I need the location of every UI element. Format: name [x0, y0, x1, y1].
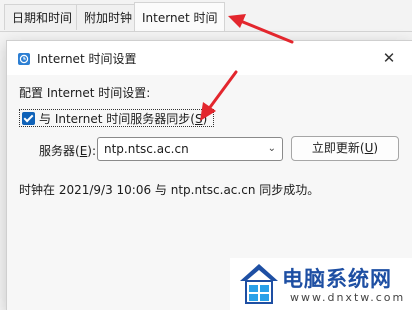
- tab-internet-time[interactable]: Internet 时间: [134, 2, 226, 32]
- server-select[interactable]: ntp.ntsc.ac.cn ⌄: [97, 137, 283, 161]
- tab-date-time[interactable]: 日期和时间: [4, 4, 81, 30]
- watermark-site-name: 电脑系统网: [282, 267, 392, 291]
- update-now-button[interactable]: 立即更新(U): [291, 136, 399, 161]
- sync-checkbox[interactable]: [22, 111, 35, 125]
- config-label: 配置 Internet 时间设置:: [19, 86, 151, 100]
- close-icon: ✕: [382, 49, 396, 67]
- sync-checkbox-row[interactable]: 与 Internet 时间服务器同步(S): [19, 109, 215, 127]
- chevron-down-icon: ⌄: [267, 143, 276, 154]
- site-watermark: 电脑系统网 www.dnxtw.com: [230, 258, 412, 310]
- sync-checkbox-label: 与 Internet 时间服务器同步(S): [39, 111, 208, 126]
- dialog-titlebar: Internet 时间设置 ✕: [7, 41, 412, 75]
- server-label: 服务器(E):: [39, 144, 97, 158]
- tab-additional-clocks[interactable]: 附加时钟: [76, 4, 141, 30]
- watermark-url: www.dnxtw.com: [290, 291, 406, 304]
- close-button[interactable]: ✕: [378, 47, 400, 69]
- sync-status-text: 时钟在 2021/9/3 10:06 与 ntp.ntsc.ac.cn 同步成功…: [19, 183, 320, 197]
- tab-divider: [0, 31, 412, 32]
- house-logo-icon: [240, 264, 278, 304]
- dialog-title: Internet 时间设置: [37, 52, 137, 66]
- server-value: ntp.ntsc.ac.cn: [104, 142, 189, 156]
- clock-globe-icon: [18, 53, 30, 65]
- tab-bar: 日期和时间 附加时钟 Internet 时间: [0, 0, 412, 32]
